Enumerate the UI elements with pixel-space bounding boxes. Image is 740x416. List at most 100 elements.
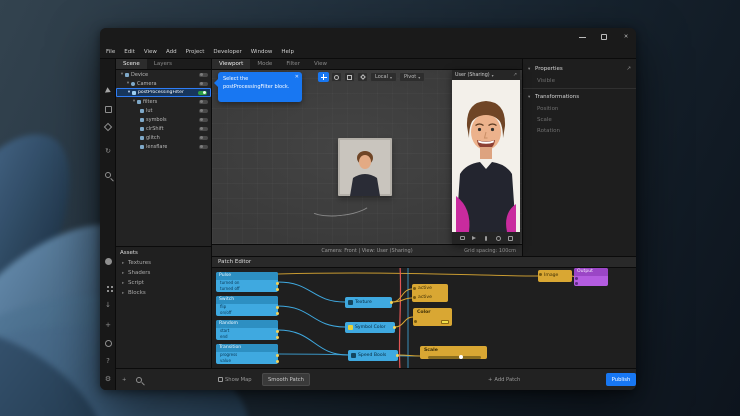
add-icon[interactable]: + [102,319,114,331]
chevron-down-icon: ▾ [418,75,420,80]
assets-item-script[interactable]: ▸ Script [116,278,211,288]
simulator-user-label[interactable]: User (Sharing) [455,73,490,78]
pivot-button[interactable]: Pivot ▾ [399,72,425,82]
menu-file[interactable]: File [106,49,115,55]
tab-mode[interactable]: Mode [250,59,279,69]
patch-node-random[interactable]: Random start end [216,320,278,340]
play-icon[interactable] [471,235,478,242]
camera-flip-icon[interactable] [459,235,466,242]
pointer-tool-icon[interactable] [102,85,114,97]
scene-item-clrshift[interactable]: clrShift [116,124,211,133]
tab-view[interactable]: View [307,59,334,69]
patch-node-image[interactable]: Image [538,270,572,282]
close-button[interactable]: ✕ [616,28,636,46]
visibility-toggle[interactable] [199,136,208,140]
menu-edit[interactable]: Edit [124,49,135,55]
visibility-toggle[interactable] [199,118,208,122]
help-icon[interactable]: ? [102,355,114,367]
scene-item-lensflare[interactable]: lensflare [116,142,211,151]
tab-scene[interactable]: Scene [116,59,147,69]
patch-node-scale-input[interactable]: Scale [420,346,487,359]
scale-slider[interactable] [428,356,481,359]
patch-editor-canvas[interactable]: Pulse turned on turned off Switch flip o… [212,268,636,368]
tab-filter[interactable]: Filter [279,59,307,69]
add-asset-button[interactable]: + [122,373,126,386]
move-tool-button[interactable] [318,72,329,82]
patch-node-speed-bools[interactable]: Speed Bools [348,350,398,361]
search-icon[interactable] [102,169,114,181]
publish-button[interactable]: Publish [606,373,636,386]
menu-help[interactable]: Help [281,49,294,55]
scene-item-glitch[interactable]: glitch [116,133,211,142]
patch-node-output[interactable]: Output [574,268,608,286]
property-visible[interactable]: Visible [523,75,636,86]
tooltip-close-icon[interactable]: ✕ [295,74,299,82]
frame-tool-icon[interactable] [102,103,114,115]
smooth-patch-button[interactable]: Smooth Patch [262,373,310,386]
add-patch-button[interactable]: + Add Patch [488,373,520,386]
property-scale[interactable]: Scale [523,114,636,125]
patch-node-active-inputs[interactable]: active active [412,284,448,302]
show-map-button[interactable]: Show Map [218,373,252,386]
menu-view[interactable]: View [144,49,157,55]
local-space-button[interactable]: Local ▾ [370,72,397,82]
visibility-toggle[interactable] [199,109,208,113]
import-icon[interactable]: ↓ [102,299,114,311]
patch-node-texture[interactable]: Texture [345,297,392,308]
snap-tool-button[interactable] [357,72,368,82]
shape-tool-icon[interactable] [102,121,114,133]
assets-item-blocks[interactable]: ▸ Blocks [116,288,211,298]
property-position[interactable]: Position [523,103,636,114]
tab-viewport[interactable]: Viewport [212,59,250,69]
rotate-tool-button[interactable] [331,72,342,82]
menu-developer[interactable]: Developer [213,49,241,55]
settings-gear-icon[interactable]: ⚙ [102,373,114,385]
capture-icon[interactable] [102,337,114,349]
visibility-toggle[interactable] [199,82,208,86]
scene-item-lut[interactable]: lut [116,106,211,115]
patch-node-symbol-color[interactable]: Symbol Color [345,322,395,333]
record-icon[interactable] [495,235,502,242]
scene-item-device[interactable]: ▾ Device [116,70,211,79]
scene-photo-plane[interactable] [338,138,392,196]
assets-item-shaders[interactable]: ▸ Shaders [116,268,211,278]
rotate-tool-icon [334,75,339,80]
enabled-toggle[interactable] [198,91,207,95]
scene-item-camera[interactable]: ▾ Camera [116,79,211,88]
scene-item-postprocessingfilter[interactable]: ▾ postProcessingFilter [116,88,211,97]
user-avatar-icon[interactable] [102,255,114,267]
patch-node-transition[interactable]: Transition progress value [216,344,278,364]
patch-node-color-input[interactable]: Color [413,308,452,326]
properties-section-header[interactable]: ▾ Properties ↗ [523,63,636,75]
visibility-toggle[interactable] [199,73,208,77]
menu-window[interactable]: Window [251,49,273,55]
patch-node-switch[interactable]: Switch flip on/off [216,296,278,316]
mic-icon[interactable] [483,235,490,242]
property-rotation[interactable]: Rotation [523,125,636,136]
assets-item-textures[interactable]: ▸ Textures [116,258,211,268]
maximize-button[interactable] [594,28,614,46]
visibility-toggle[interactable] [199,127,208,131]
menu-project[interactable]: Project [186,49,205,55]
reset-view-icon[interactable]: ↻ [102,145,114,157]
asset-search-button[interactable] [136,373,142,386]
chevron-down-icon[interactable]: ▾ [492,73,494,78]
object-icon [140,136,144,140]
open-patch-icon[interactable]: ↗ [626,66,631,72]
scene-item-symbols[interactable]: symbols [116,115,211,124]
open-external-icon[interactable]: ↗ [513,73,517,78]
scale-tool-button[interactable] [344,72,355,82]
tab-layers[interactable]: Layers [147,59,179,69]
visibility-toggle[interactable] [199,145,208,149]
color-swatch[interactable] [441,320,449,324]
simulator-video[interactable] [452,80,520,232]
expand-icon[interactable] [507,235,514,242]
slider-knob[interactable] [459,355,463,359]
scene-item-filters[interactable]: ▾ filters [116,97,211,106]
menu-add[interactable]: Add [166,49,177,55]
apps-grid-icon[interactable] [102,281,114,293]
visibility-toggle[interactable] [199,100,208,104]
transformations-section-header[interactable]: ▾ Transformations [523,91,636,103]
minimize-button[interactable] [572,28,592,46]
patch-node-pulse[interactable]: Pulse turned on turned off [216,272,278,292]
